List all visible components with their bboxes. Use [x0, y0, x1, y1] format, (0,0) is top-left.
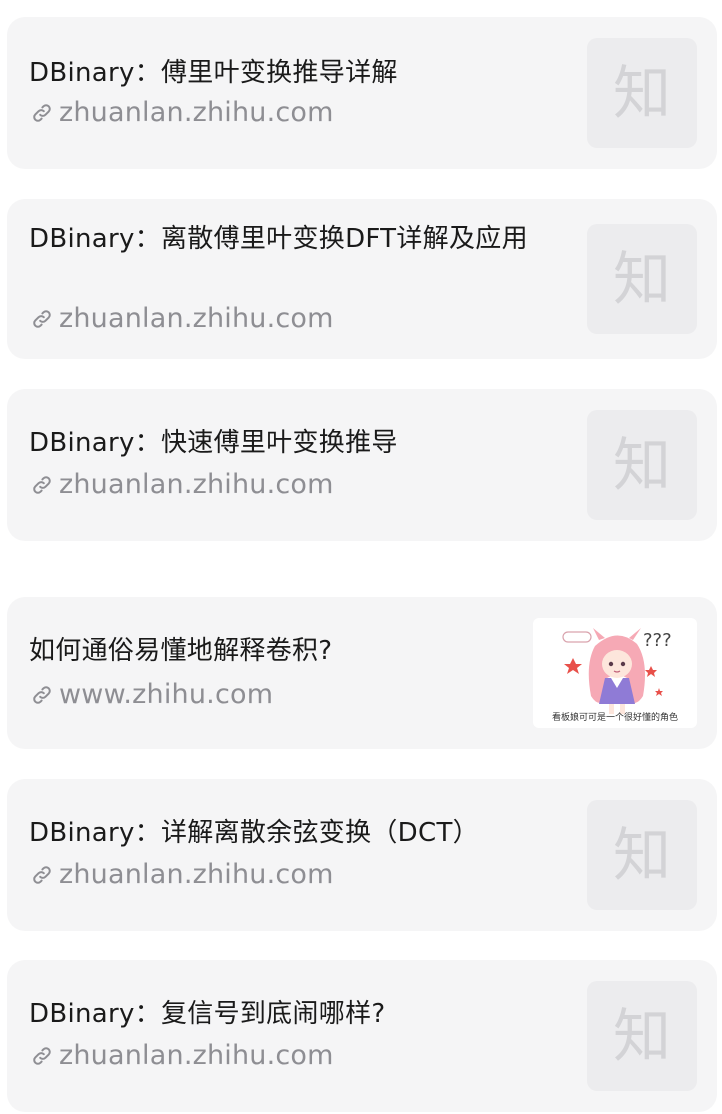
card-domain-text: zhuanlan.zhihu.com	[59, 1040, 334, 1071]
card-domain: www.zhihu.com	[31, 679, 273, 710]
thumb-caption: 看板娘可可是一个很好懂的角色	[551, 713, 678, 723]
link-card[interactable]: DBinary：快速傅里叶变换推导 zhuanlan.zhihu.com 知	[7, 389, 717, 541]
card-title: 如何通俗易懂地解释卷积?	[29, 636, 333, 666]
card-domain-text: www.zhihu.com	[59, 679, 274, 710]
zhihu-logo-thumbnail: 知	[587, 981, 697, 1091]
link-icon	[33, 475, 51, 494]
link-icon	[33, 1046, 51, 1065]
zhihu-logo-icon: 知	[612, 245, 671, 313]
link-card[interactable]: DBinary：傅里叶变换推导详解 zhuanlan.zhihu.com 知	[7, 17, 717, 169]
link-icon	[33, 685, 51, 704]
card-domain: zhuanlan.zhihu.com	[31, 859, 334, 890]
zhihu-logo-icon: 知	[612, 1002, 671, 1070]
link-card[interactable]: DBinary：离散傅里叶变换DFT详解及应用 zhuanlan.zhihu.c…	[7, 199, 717, 359]
thumb-bubble: ???	[643, 630, 672, 651]
card-domain-text: zhuanlan.zhihu.com	[59, 97, 334, 128]
zhihu-logo-icon: 知	[612, 431, 671, 499]
link-preview-list: DBinary：傅里叶变换推导详解 zhuanlan.zhihu.com 知 D…	[0, 0, 722, 1114]
zhihu-logo-thumbnail: 知	[587, 224, 697, 334]
card-domain: zhuanlan.zhihu.com	[31, 97, 334, 128]
card-domain: zhuanlan.zhihu.com	[31, 1040, 334, 1071]
card-title: DBinary：复信号到底闹哪样?	[29, 999, 386, 1029]
card-title: DBinary：傅里叶变换推导详解	[29, 58, 398, 88]
card-domain: zhuanlan.zhihu.com	[31, 303, 334, 334]
link-icon	[33, 865, 51, 884]
card-domain: zhuanlan.zhihu.com	[31, 469, 334, 500]
zhihu-logo-icon: 知	[612, 821, 671, 889]
zhihu-logo-thumbnail: 知	[587, 38, 697, 148]
zhihu-logo-icon: 知	[612, 59, 671, 127]
zhihu-logo-thumbnail: 知	[587, 410, 697, 520]
card-domain-text: zhuanlan.zhihu.com	[59, 859, 334, 890]
card-domain-text: zhuanlan.zhihu.com	[59, 469, 334, 500]
anime-illustration-thumbnail: ??? 看板娘可可是一个很好懂的角色	[533, 618, 697, 728]
link-card[interactable]: 如何通俗易懂地解释卷积? www.zhihu.com ??? 看板娘可可是一个很…	[7, 597, 717, 749]
zhihu-logo-thumbnail: 知	[587, 800, 697, 910]
link-card[interactable]: DBinary：详解离散余弦变换（DCT） zhuanlan.zhihu.com…	[7, 779, 717, 931]
link-icon	[33, 309, 51, 328]
link-card[interactable]: DBinary：复信号到底闹哪样? zhuanlan.zhihu.com 知	[7, 960, 717, 1112]
card-domain-text: zhuanlan.zhihu.com	[59, 303, 334, 334]
card-title: DBinary：快速傅里叶变换推导	[29, 428, 398, 458]
card-title: DBinary：离散傅里叶变换DFT详解及应用	[29, 224, 528, 254]
link-icon	[33, 103, 51, 122]
card-title: DBinary：详解离散余弦变换（DCT）	[29, 818, 479, 848]
